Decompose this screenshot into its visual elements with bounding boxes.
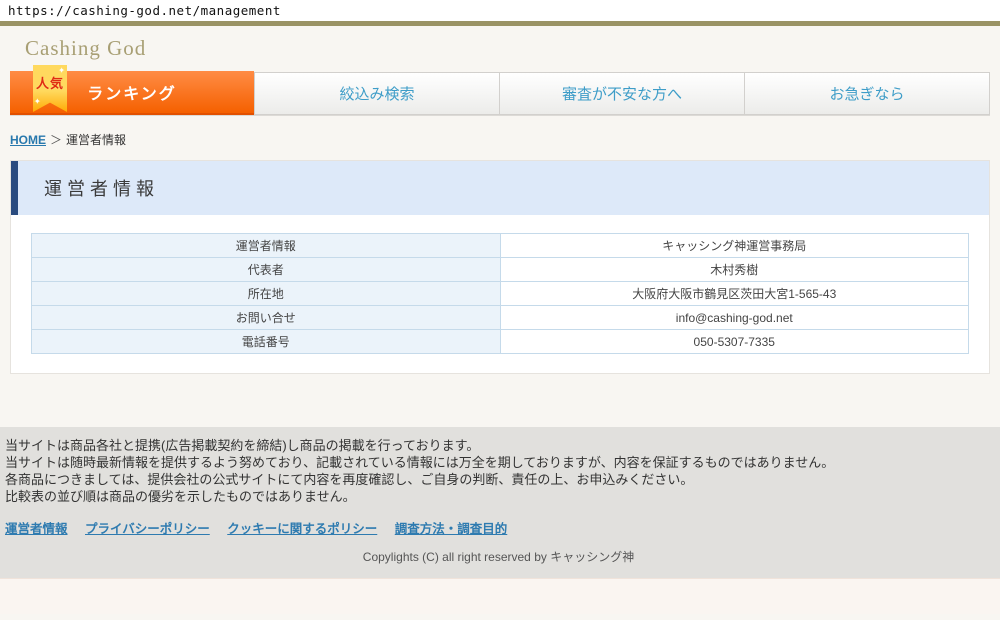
footer-link-operator-info[interactable]: 運営者情報 (5, 522, 68, 536)
table-row: 所在地 大阪府大阪市鶴見区茨田大宮1-565-43 (32, 282, 969, 306)
row-value-phone: 050-5307-7335 (500, 330, 969, 354)
row-label-contact: お問い合せ (32, 306, 501, 330)
operator-info-table: 運営者情報 キャッシング神運営事務局 代表者 木村秀樹 所在地 大阪府大阪市鶴見… (31, 233, 969, 354)
row-label-phone: 電話番号 (32, 330, 501, 354)
table-row: お問い合せ info@cashing-god.net (32, 306, 969, 330)
nav-tab-label: お急ぎなら (829, 83, 904, 104)
row-value-operator: キャッシング神運営事務局 (500, 234, 969, 258)
site-footer: 当サイトは商品各社と提携(広告掲載契約を締結)し商品の掲載を行っております。 当… (0, 427, 1000, 578)
row-label-representative: 代表者 (32, 258, 501, 282)
footer-disclaimer-line: 当サイトは商品各社と提携(広告掲載契約を締結)し商品の掲載を行っております。 (5, 437, 992, 454)
breadcrumb-current: 運営者情報 (66, 133, 126, 147)
footer-disclaimer-line: 比較表の並び順は商品の優劣を示したものではありません。 (5, 488, 992, 505)
row-value-address: 大阪府大阪市鶴見区茨田大宮1-565-43 (500, 282, 969, 306)
popular-ribbon-badge: 人気 ✦ ✦ (33, 65, 67, 112)
url-text: https://cashing-god.net/management (8, 3, 281, 18)
footer-disclaimer-line: 当サイトは随時最新情報を提供するよう努めており、記載されている情報には万全を期し… (5, 454, 992, 471)
nav-tab-label: 絞込み検索 (339, 83, 414, 104)
address-bar[interactable]: https://cashing-god.net/management (0, 0, 1000, 21)
main-nav: 人気 ✦ ✦ ランキング 絞込み検索 審査が不安な方へ お急ぎなら (10, 72, 990, 115)
nav-tab-label: ランキング (87, 80, 177, 104)
row-label-operator: 運営者情報 (32, 234, 501, 258)
page-title: 運営者情報 (44, 175, 159, 201)
footer-link-cookie-policy[interactable]: クッキーに関するポリシー (227, 522, 377, 536)
sparkle-icon: ✦ (34, 98, 42, 106)
sparkle-icon: ✦ (58, 67, 66, 75)
site-logo[interactable]: Cashing God (25, 36, 1000, 61)
ribbon-badge-label: 人気 (36, 76, 64, 91)
nav-tab-ranking[interactable]: 人気 ✦ ✦ ランキング (10, 71, 254, 115)
site-header: Cashing God (0, 26, 1000, 72)
page-title-bar: 運営者情報 (11, 161, 989, 215)
table-row: 運営者情報 キャッシング神運営事務局 (32, 234, 969, 258)
content-card: 運営者情報 運営者情報 キャッシング神運営事務局 代表者 木村秀樹 所在地 大阪… (10, 160, 990, 374)
nav-tab-in-a-hurry[interactable]: お急ぎなら (744, 73, 989, 114)
breadcrumb: HOME ＞ 運営者情報 (10, 131, 1000, 146)
footer-disclaimer-line: 各商品につきましては、提供会社の公式サイトにて内容を再度確認し、ご自身の判断、責… (5, 471, 992, 488)
table-row: 電話番号 050-5307-7335 (32, 330, 969, 354)
nav-tab-label: 審査が不安な方へ (562, 83, 682, 104)
copyright-text: Copylights (C) all right reserved by キャッ… (5, 548, 992, 565)
operator-info-table-wrap: 運営者情報 キャッシング神運営事務局 代表者 木村秀樹 所在地 大阪府大阪市鶴見… (11, 215, 989, 373)
breadcrumb-home-link[interactable]: HOME (10, 133, 46, 147)
row-label-address: 所在地 (32, 282, 501, 306)
nav-tab-filter-search[interactable]: 絞込み検索 (254, 73, 499, 114)
row-value-representative: 木村秀樹 (500, 258, 969, 282)
row-value-contact: info@cashing-god.net (500, 306, 969, 330)
footer-link-privacy-policy[interactable]: プライバシーポリシー (85, 522, 210, 536)
nav-tab-screening-worries[interactable]: 審査が不安な方へ (499, 73, 744, 114)
footer-links: 運営者情報 プライバシーポリシー クッキーに関するポリシー 調査方法・調査目的 (5, 518, 992, 537)
breadcrumb-separator: ＞ (50, 133, 62, 147)
footer-link-research-method[interactable]: 調査方法・調査目的 (395, 522, 508, 536)
table-row: 代表者 木村秀樹 (32, 258, 969, 282)
bottom-strip (0, 578, 1000, 614)
